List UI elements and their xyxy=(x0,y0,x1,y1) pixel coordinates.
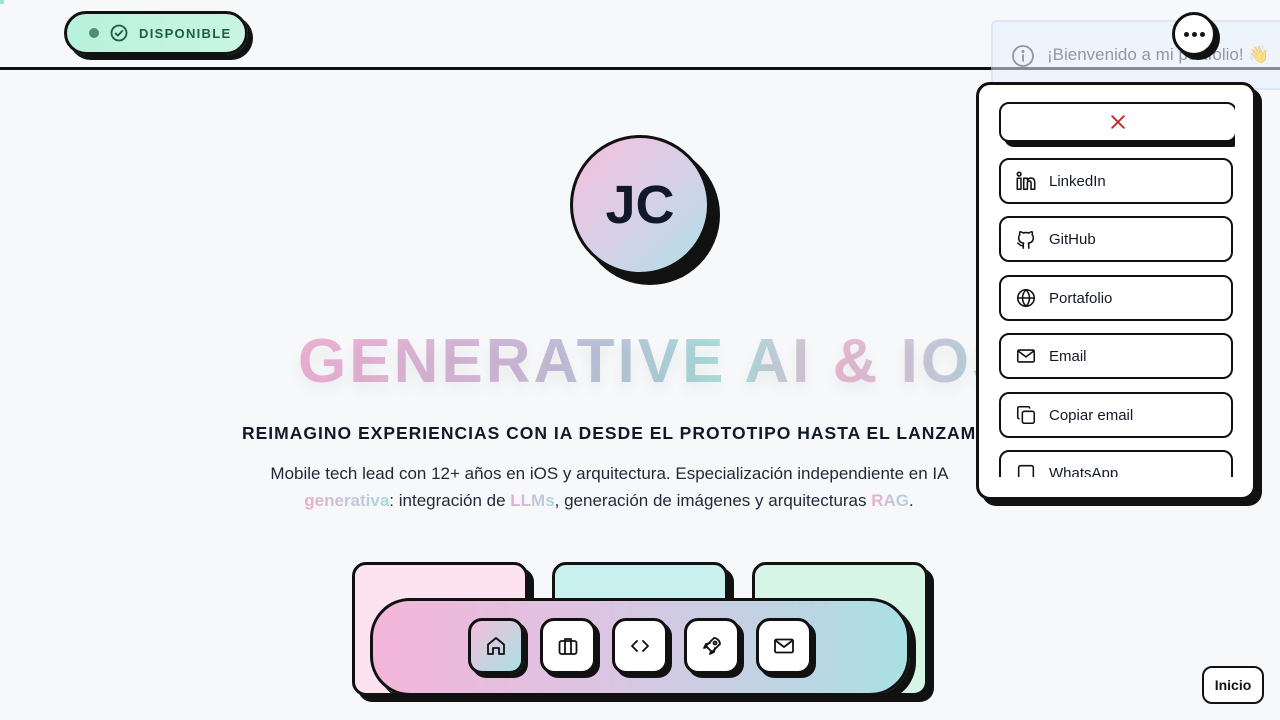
toast-message: ¡Bienvenido a mi portfolio! 👋 xyxy=(1047,45,1270,64)
dock-contact-button[interactable] xyxy=(756,618,812,674)
more-dot xyxy=(1199,31,1205,37)
status-badge: DISPONIBLE xyxy=(64,11,248,55)
desc-highlight: RAG xyxy=(871,491,910,510)
social-link-github[interactable]: GitHub xyxy=(999,216,1233,262)
social-link-whatsapp[interactable]: WhatsApp xyxy=(999,450,1233,477)
rocket-icon xyxy=(703,637,721,655)
whatsapp-icon xyxy=(1017,464,1035,477)
mail-icon xyxy=(1016,349,1036,363)
status-label: DISPONIBLE xyxy=(139,25,232,41)
social-link-portfolio[interactable]: Portafolio xyxy=(999,275,1233,321)
hero-title: GENERATIVE AI & IOS xyxy=(298,322,1018,402)
github-icon xyxy=(1016,230,1035,249)
info-icon xyxy=(1012,45,1034,67)
dock-work-button[interactable] xyxy=(540,618,596,674)
status-dot xyxy=(89,28,99,38)
corner-accent xyxy=(0,0,4,4)
dock-code-button[interactable] xyxy=(612,618,668,674)
dock-home-button[interactable] xyxy=(468,618,524,674)
home-icon xyxy=(487,637,505,655)
code-icon xyxy=(631,640,649,652)
desc-highlight: generativa xyxy=(304,491,390,510)
social-links-list[interactable]: LinkedIn GitHub Portafolio Email Copiar … xyxy=(999,102,1235,477)
close-panel-button[interactable] xyxy=(999,102,1235,142)
mail-icon xyxy=(774,638,794,654)
social-label: GitHub xyxy=(1049,230,1096,248)
desc-text: , generación de imágenes y arquitecturas xyxy=(554,491,872,510)
social-label: WhatsApp xyxy=(1049,464,1119,478)
more-dot xyxy=(1183,31,1189,37)
copy-icon xyxy=(1016,405,1036,425)
hero-subtitle: REIMAGINO EXPERIENCIAS CON IA DESDE EL P… xyxy=(242,423,978,443)
check-circle-icon xyxy=(110,24,128,42)
globe-icon xyxy=(1016,288,1036,308)
copy-email-button[interactable]: Copiar email xyxy=(999,392,1233,438)
more-options-button[interactable] xyxy=(1172,12,1216,56)
social-link-linkedin[interactable]: LinkedIn xyxy=(999,158,1233,204)
desc-text: . xyxy=(909,491,914,510)
social-link-email[interactable]: Email xyxy=(999,333,1233,379)
desc-highlight: LLMs xyxy=(510,491,555,510)
avatar-initials: JC xyxy=(570,135,710,275)
social-label: LinkedIn xyxy=(1049,172,1106,190)
social-label: Portafolio xyxy=(1049,289,1113,307)
briefcase-icon xyxy=(558,638,578,655)
dock-projects-button[interactable] xyxy=(684,618,740,674)
social-label: Email xyxy=(1049,347,1087,365)
hero-description: Mobile tech lead con 12+ años en iOS y a… xyxy=(240,460,978,520)
desc-text: : integración de xyxy=(389,491,511,510)
inicio-button[interactable]: Inicio xyxy=(1202,666,1264,704)
social-links-panel: LinkedIn GitHub Portafolio Email Copiar … xyxy=(976,82,1256,500)
social-label: Copiar email xyxy=(1049,406,1134,424)
more-dot xyxy=(1191,31,1197,37)
close-icon xyxy=(1111,115,1125,129)
desc-text: Mobile tech lead con 12+ años en iOS y a… xyxy=(270,464,948,483)
welcome-toast: ¡Bienvenido a mi portfolio! 👋 xyxy=(991,20,1280,90)
linkedin-icon xyxy=(1016,171,1036,191)
avatar: JC xyxy=(570,135,720,285)
